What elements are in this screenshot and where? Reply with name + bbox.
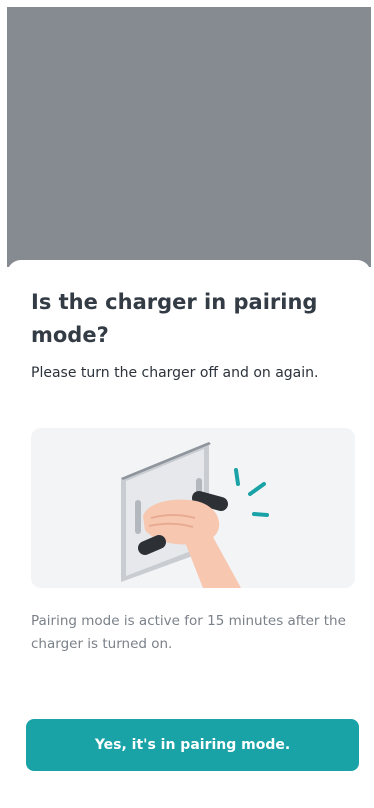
hand-turning-charger-switch-icon <box>121 442 269 588</box>
sheet-title: Is the charger in pairing mode? <box>31 290 318 347</box>
pairing-info-text: Pairing mode is active for 15 minutes af… <box>31 613 346 652</box>
illustration-panel <box>31 428 355 588</box>
confirm-pairing-button[interactable]: Yes, it's in pairing mode. <box>26 719 359 771</box>
sheet-instruction: Please turn the charger off and on again… <box>31 365 319 381</box>
pairing-mode-sheet: Is the charger in pairing mode? Please t… <box>7 260 371 808</box>
modal-backdrop[interactable] <box>7 7 371 267</box>
